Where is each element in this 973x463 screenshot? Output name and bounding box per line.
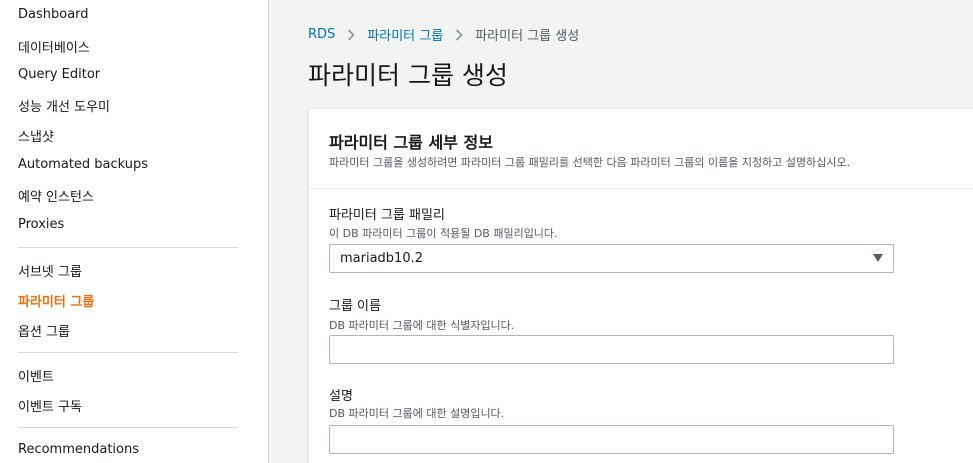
group-name-input[interactable]: [330, 336, 893, 363]
caret-down-icon: [873, 254, 883, 262]
group-name-label: 그룹 이름: [329, 299, 381, 314]
sidebar-divider: [18, 352, 238, 353]
sidebar-item-recommendations[interactable]: Recommendations: [18, 442, 139, 457]
panel-header: 파라미터 그룹 세부 정보 파라미터 그룹을 생성하려면 파라미터 그룹 패밀리…: [309, 109, 973, 189]
sidebar-item-subnet-groups[interactable]: 서브넷 그룹: [18, 261, 82, 280]
family-hint: 이 DB 파라미터 그룹이 적용될 DB 패밀리입니다.: [329, 227, 558, 240]
sidebar-item-events[interactable]: 이벤트: [18, 366, 54, 385]
main-content: RDS 파라미터 그룹 파라미터 그룹 생성 파라미터 그룹 생성 파라미터 그…: [270, 0, 973, 463]
sidebar-item-performance-insights[interactable]: 성능 개선 도우미: [18, 96, 110, 115]
sidebar-item-proxies[interactable]: Proxies: [18, 217, 64, 232]
breadcrumb-current: 파라미터 그룹 생성: [475, 29, 580, 44]
sidebar-item-dashboard[interactable]: Dashboard: [18, 7, 89, 22]
panel-description: 파라미터 그룹을 생성하려면 파라미터 그룹 패밀리를 선택한 다음 파라미터 …: [329, 156, 851, 169]
description-label: 설명: [329, 389, 353, 404]
sidebar-item-event-subscriptions[interactable]: 이벤트 구독: [18, 396, 82, 415]
sidebar-item-snapshots[interactable]: 스냅샷: [18, 126, 54, 145]
panel-title: 파라미터 그룹 세부 정보: [329, 133, 493, 152]
description-hint: DB 파라미터 그룹에 대한 설명입니다.: [329, 407, 505, 420]
chevron-right-icon: [455, 28, 463, 41]
sidebar-item-parameter-groups[interactable]: 파라미터 그룹: [18, 291, 94, 310]
breadcrumb: RDS 파라미터 그룹 파라미터 그룹 생성: [308, 25, 579, 44]
description-field[interactable]: [329, 425, 894, 454]
sidebar-divider: [18, 427, 238, 428]
sidebar-divider: [18, 247, 238, 248]
sidebar-item-databases[interactable]: 데이터베이스: [18, 37, 90, 56]
chevron-right-icon: [347, 28, 355, 41]
family-select[interactable]: mariadb10.2: [329, 244, 894, 273]
sidebar-item-query-editor[interactable]: Query Editor: [18, 67, 100, 82]
sidebar-item-automated-backups[interactable]: Automated backups: [18, 157, 148, 172]
sidebar-item-reserved-instances[interactable]: 예약 인스턴스: [18, 186, 94, 205]
breadcrumb-parameter-groups[interactable]: 파라미터 그룹: [367, 25, 443, 44]
description-input[interactable]: [330, 426, 893, 453]
breadcrumb-rds[interactable]: RDS: [308, 27, 335, 42]
group-name-hint: DB 파라미터 그룹에 대한 식별자입니다.: [329, 319, 515, 332]
page-title: 파라미터 그룹 생성: [308, 61, 508, 90]
sidebar-item-option-groups[interactable]: 옵션 그룹: [18, 321, 70, 340]
sidebar: Dashboard 데이터베이스 Query Editor 성능 개선 도우미 …: [0, 0, 269, 463]
parameter-group-details-panel: 파라미터 그룹 세부 정보 파라미터 그룹을 생성하려면 파라미터 그룹 패밀리…: [308, 108, 973, 463]
family-select-value: mariadb10.2: [340, 251, 424, 266]
family-label: 파라미터 그룹 패밀리: [329, 208, 445, 223]
group-name-field[interactable]: [329, 335, 894, 364]
